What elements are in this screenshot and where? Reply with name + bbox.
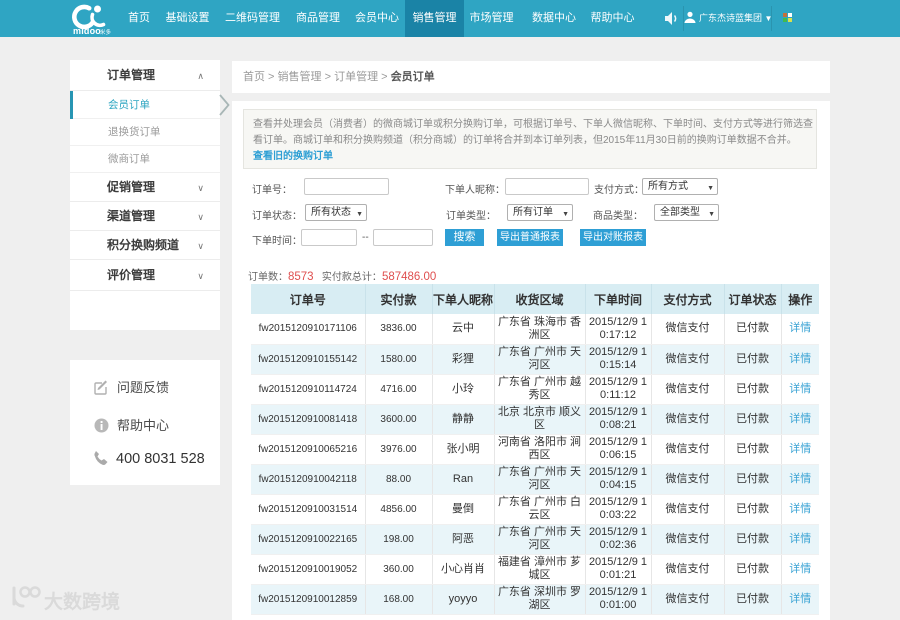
svg-text:midoo: midoo <box>73 26 101 36</box>
svg-text:米多: 米多 <box>100 28 112 36</box>
svg-text:大数跨境: 大数跨境 <box>44 590 120 613</box>
